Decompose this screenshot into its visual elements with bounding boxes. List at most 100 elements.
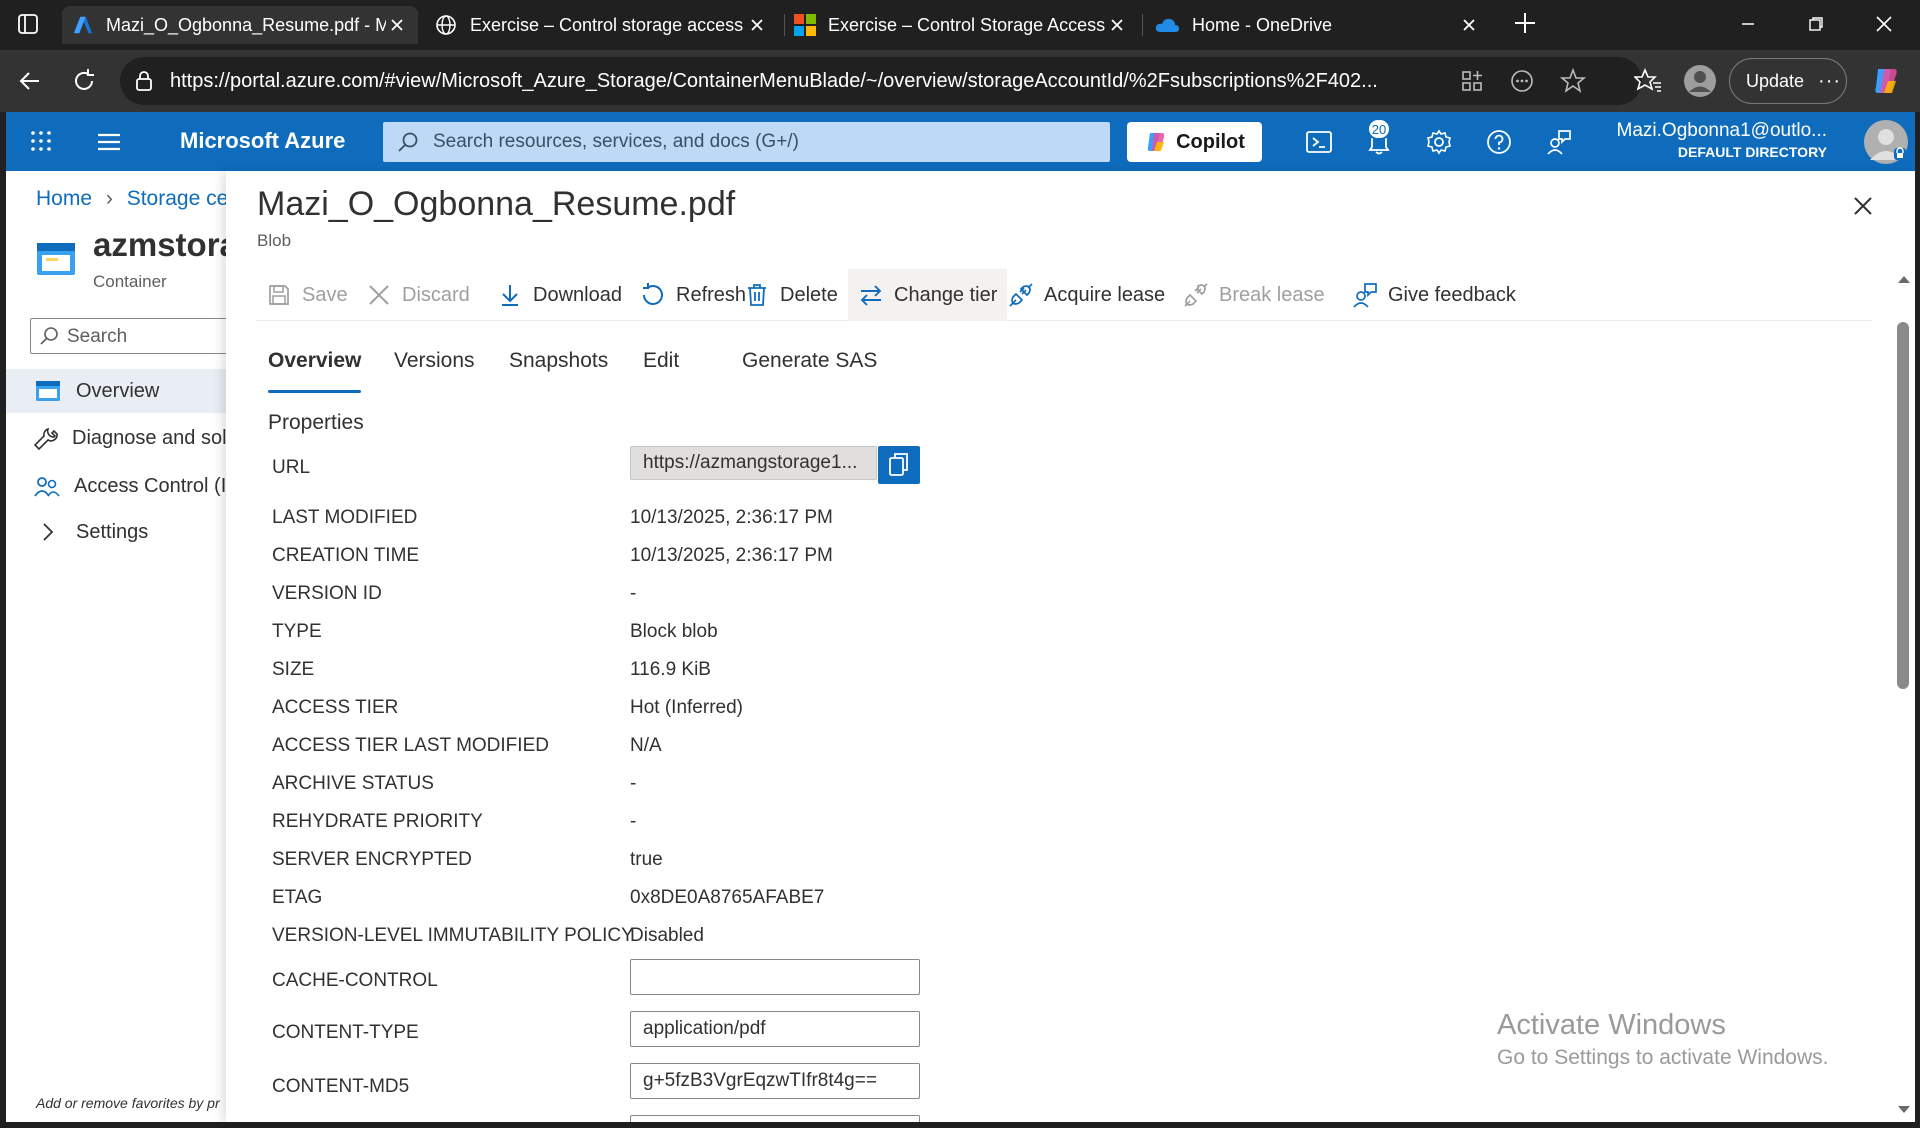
refresh-page-icon[interactable] <box>64 61 104 101</box>
account-email: Mazi.Ogbonna1@outlo... <box>1616 120 1827 141</box>
blade-scrollbar[interactable] <box>1893 272 1915 1122</box>
tab-generate-sas[interactable]: Generate SAS <box>742 349 877 393</box>
app-available-icon[interactable] <box>1460 69 1484 93</box>
favorites-icon[interactable] <box>1628 61 1668 101</box>
restore-window-icon[interactable] <box>1782 0 1850 48</box>
browser-tab-resume[interactable]: Mazi_O_Ogbonna_Resume.pdf - Mi <box>62 6 418 44</box>
change-tier-label: Change tier <box>894 283 998 306</box>
change-tier-button[interactable]: Change tier <box>848 269 1008 321</box>
delete-label: Delete <box>780 283 838 306</box>
more-icon[interactable]: ··· <box>1818 70 1841 93</box>
close-tab-icon[interactable] <box>1458 14 1480 36</box>
menu-search-input[interactable]: Search <box>30 318 226 354</box>
microsoft-logo-icon <box>794 14 816 36</box>
discard-label: Discard <box>402 283 470 306</box>
address-url[interactable]: https://portal.azure.com/#view/Microsoft… <box>170 70 1420 93</box>
content-type-input[interactable]: application/pdf <box>630 1011 920 1047</box>
app-launcher-icon[interactable] <box>30 130 52 152</box>
copilot-label: Copilot <box>1176 130 1245 153</box>
give-feedback-button[interactable]: Give feedback <box>1342 269 1526 321</box>
nav-item-overview[interactable]: Overview <box>6 369 226 413</box>
copy-icon <box>888 452 910 478</box>
watermark-title: Activate Windows <box>1497 1009 1726 1041</box>
save-icon <box>266 282 292 308</box>
new-tab-icon[interactable] <box>1512 10 1542 40</box>
next-property-input[interactable] <box>630 1115 920 1122</box>
break-lease-button[interactable]: Break lease <box>1173 269 1335 321</box>
minimize-window-icon[interactable] <box>1714 0 1782 48</box>
account-directory: DEFAULT DIRECTORY <box>1677 144 1827 160</box>
prop-label-size: SIZE <box>272 659 315 680</box>
blade-title: Mazi_O_Ogbonna_Resume.pdf <box>257 185 736 223</box>
save-button[interactable]: Save <box>256 269 358 321</box>
back-icon[interactable] <box>10 61 50 101</box>
blade-command-bar: Save Discard Download Refresh Delete Cha… <box>256 269 1872 321</box>
blob-url-field[interactable]: https://azmangstorage1... <box>630 446 877 480</box>
prop-label-access-tier: ACCESS TIER <box>272 697 399 718</box>
breadcrumb: Home › Storage cen <box>36 187 226 211</box>
nav-item-label: Diagnose and solv <box>72 426 226 449</box>
acquire-lease-button[interactable]: Acquire lease <box>998 269 1175 321</box>
azure-search-input[interactable]: Search resources, services, and docs (G+… <box>383 122 1110 162</box>
profile-avatar-icon[interactable] <box>1680 61 1720 101</box>
cache-control-input[interactable] <box>630 959 920 995</box>
browser-tab-exercise-2[interactable]: Exercise – Control Storage Access <box>784 6 1138 44</box>
tab-actions-icon[interactable] <box>16 12 44 40</box>
account-menu[interactable]: Mazi.Ogbonna1@outlo... DEFAULT DIRECTORY <box>1617 120 1827 160</box>
delete-button[interactable]: Delete <box>734 269 848 321</box>
feedback-person-icon[interactable] <box>1541 124 1577 160</box>
scroll-down-icon[interactable] <box>1894 1103 1914 1117</box>
update-button[interactable]: Update ··· <box>1729 58 1847 104</box>
prop-label-immutability: VERSION-LEVEL IMMUTABILITY POLICY <box>272 925 634 946</box>
nav-item-settings[interactable]: Settings <box>6 510 226 554</box>
globe-icon <box>434 13 458 37</box>
tab-overview[interactable]: Overview <box>268 349 362 393</box>
close-window-icon[interactable] <box>1850 0 1918 48</box>
help-icon[interactable] <box>1481 124 1517 160</box>
prop-label-content-md5: CONTENT-MD5 <box>272 1076 410 1097</box>
content-md5-input[interactable]: g+5fzB3VgrEqzwTIfr8t4g== <box>630 1063 920 1099</box>
nav-item-label: Settings <box>76 520 149 543</box>
menu-search-placeholder: Search <box>67 326 128 347</box>
copy-url-button[interactable] <box>878 446 920 484</box>
tab-title: Exercise – Control storage access <box>470 14 744 35</box>
tab-snapshots[interactable]: Snapshots <box>509 349 608 393</box>
address-bar[interactable]: https://portal.azure.com/#view/Microsoft… <box>120 57 1642 105</box>
discard-button[interactable]: Discard <box>356 269 480 321</box>
prop-value-creation-time: 10/13/2025, 2:36:17 PM <box>630 545 833 566</box>
close-tab-icon[interactable] <box>1106 14 1128 36</box>
browser-tab-onedrive[interactable]: Home - OneDrive <box>1144 6 1490 44</box>
copilot-browser-icon[interactable] <box>1866 61 1906 101</box>
close-blade-icon[interactable] <box>1848 191 1878 221</box>
azure-brand[interactable]: Microsoft Azure <box>180 128 345 154</box>
prop-label-content-type: CONTENT-TYPE <box>272 1022 419 1043</box>
swap-arrows-icon <box>858 282 884 308</box>
settings-gear-icon[interactable] <box>1421 124 1457 160</box>
breadcrumb-storage[interactable]: Storage cen <box>127 187 226 210</box>
favorite-star-icon[interactable] <box>1560 68 1586 94</box>
tab-edit[interactable]: Edit <box>643 349 679 393</box>
scrollbar-thumb[interactable] <box>1897 322 1909 689</box>
close-icon <box>366 282 392 308</box>
nav-item-access-control[interactable]: Access Control (IA <box>6 464 226 508</box>
close-tab-icon[interactable] <box>386 14 408 36</box>
more-page-options-icon[interactable] <box>1510 69 1534 93</box>
nav-item-diagnose[interactable]: Diagnose and solv <box>6 416 226 460</box>
nav-item-label: Overview <box>76 379 160 402</box>
avatar[interactable] <box>1864 120 1908 164</box>
download-button[interactable]: Download <box>487 269 632 321</box>
scroll-up-icon[interactable] <box>1894 272 1914 286</box>
copilot-button[interactable]: Copilot <box>1127 122 1262 162</box>
chevron-right-icon: › <box>105 187 113 210</box>
tab-versions[interactable]: Versions <box>394 349 475 393</box>
portal-menu-icon[interactable] <box>96 131 122 153</box>
close-tab-icon[interactable] <box>746 14 768 36</box>
lock-icon[interactable] <box>134 69 154 93</box>
browser-tab-exercise-1[interactable]: Exercise – Control storage access <box>424 6 778 44</box>
container-menu-blade: Home › Storage cen azmstora Container Se… <box>6 171 226 1122</box>
update-label: Update <box>1746 70 1805 91</box>
cloud-shell-icon[interactable] <box>1301 124 1337 160</box>
feedback-icon <box>1352 282 1378 308</box>
breadcrumb-home[interactable]: Home <box>36 187 92 210</box>
refresh-icon <box>640 282 666 308</box>
